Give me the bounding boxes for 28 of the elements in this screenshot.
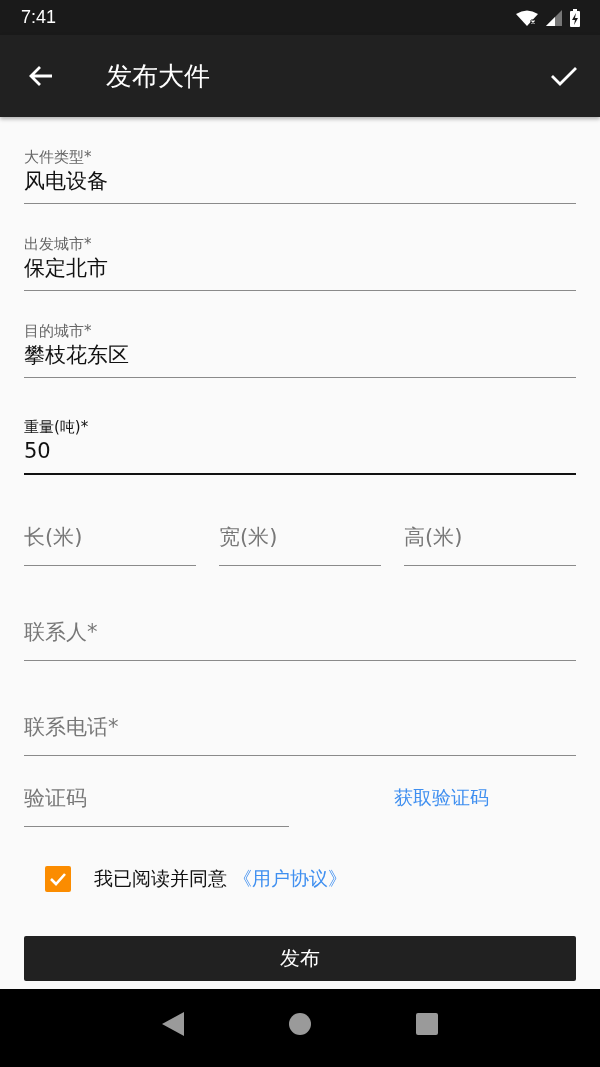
checkbox[interactable] [45, 866, 71, 892]
recents-icon[interactable] [415, 1013, 438, 1035]
field-label: 大件类型* [24, 148, 93, 167]
signal-icon [546, 9, 562, 26]
wifi-icon [516, 9, 538, 26]
battery-icon [570, 8, 580, 27]
input-field[interactable]: 50 [24, 439, 576, 475]
input-field[interactable]: 联系电话* [24, 661, 576, 756]
checkmark-icon[interactable] [550, 65, 578, 87]
status-time: 7:41 [21, 7, 57, 28]
input-field[interactable]: 风电设备 [24, 169, 576, 204]
back-arrow-icon[interactable] [28, 64, 54, 88]
input-field[interactable]: 宽(米) [219, 475, 381, 566]
page-title: 发布大件 [106, 59, 211, 93]
input-field[interactable]: 长(米) [24, 475, 196, 566]
check-icon [49, 872, 67, 886]
back-icon[interactable] [162, 1012, 185, 1036]
agreement-text: 我已阅读并同意 [94, 866, 227, 891]
home-icon[interactable] [289, 1013, 311, 1035]
input-field[interactable]: 联系人* [24, 566, 576, 661]
field-label: 出发城市* [24, 235, 93, 254]
input-field[interactable]: 验证码 [24, 756, 289, 827]
input-field[interactable]: 保定北市 [24, 256, 576, 291]
input-field[interactable]: 攀枝花东区 [24, 343, 576, 378]
field-label: 目的城市* [24, 322, 93, 341]
publish-button[interactable]: 发布 [24, 936, 576, 981]
field-label: 重量(吨)* [24, 418, 90, 437]
input-field[interactable]: 高(米) [404, 475, 576, 566]
